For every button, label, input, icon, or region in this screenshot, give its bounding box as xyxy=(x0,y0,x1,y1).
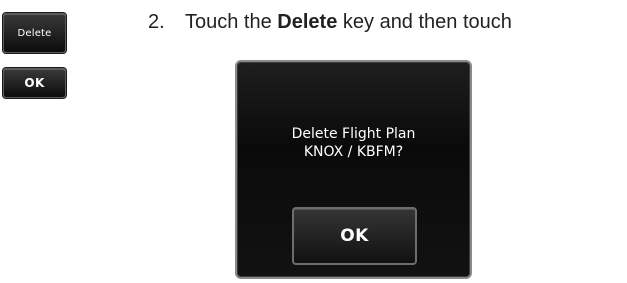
instruction-page: Delete OK 2. Touch the Delete key and the… xyxy=(0,0,627,283)
delete-key-label: Delete xyxy=(17,27,52,39)
dialog-message-line-2: KNOX / KBFM? xyxy=(303,144,404,160)
ok-key-icon: OK xyxy=(3,68,66,98)
step-instruction: 2. Touch the Delete key and then touch xyxy=(148,11,627,34)
step-number: 2. xyxy=(148,11,165,33)
delete-flight-plan-dialog: Delete Flight Plan KNOX / KBFM? OK xyxy=(235,60,472,279)
step-text-before: Touch the xyxy=(185,11,278,33)
step-bold-word: Delete xyxy=(277,11,338,33)
dialog-ok-button[interactable]: OK xyxy=(292,207,417,265)
step-text-after: key and then touch xyxy=(337,11,512,33)
dialog-message-line-1: Delete Flight Plan xyxy=(291,126,416,142)
dialog-message: Delete Flight Plan KNOX / KBFM? xyxy=(237,125,470,161)
ok-key-label: OK xyxy=(24,76,45,90)
delete-key-icon: Delete xyxy=(3,13,66,53)
dialog-ok-label: OK xyxy=(340,226,369,246)
